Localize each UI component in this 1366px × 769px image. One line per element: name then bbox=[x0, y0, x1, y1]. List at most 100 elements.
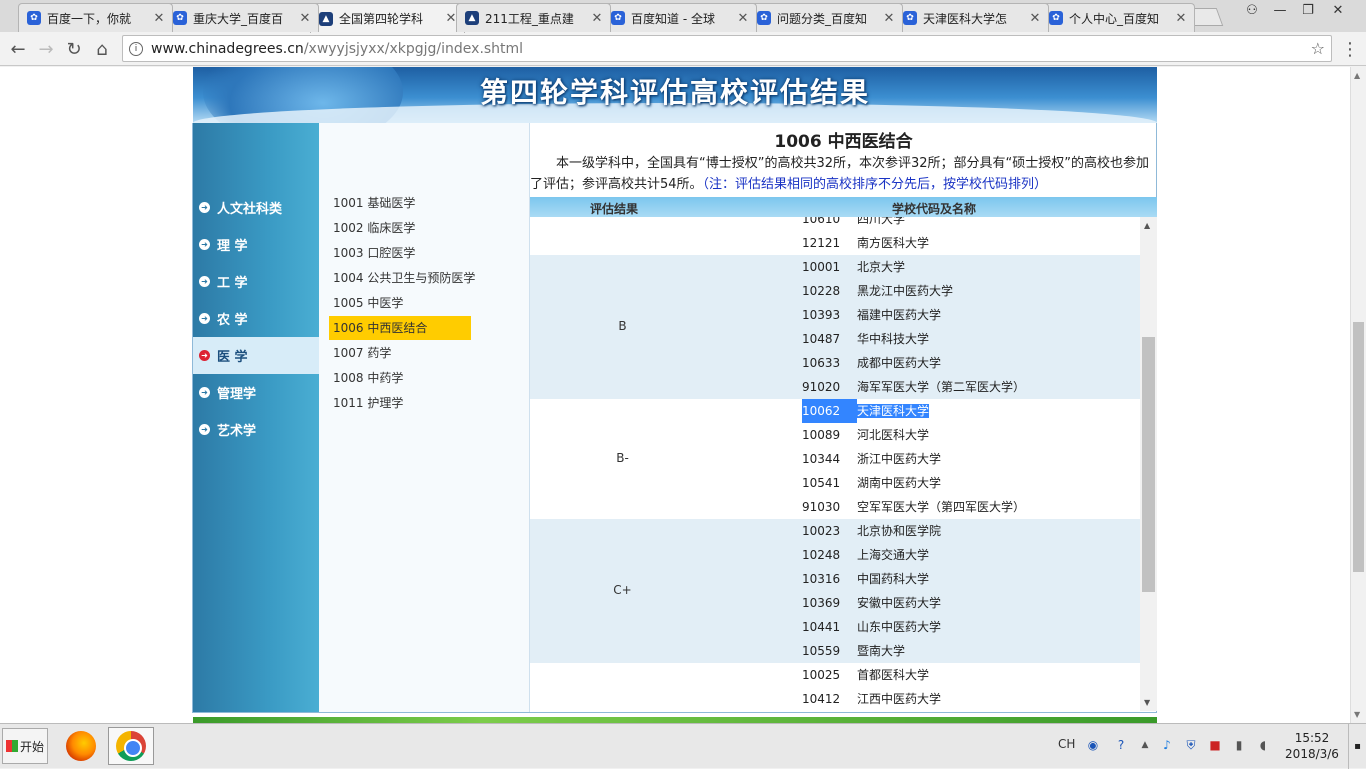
school-name: 湖南中医药大学 bbox=[857, 476, 942, 490]
windows-taskbar: 开始 CH ◉ ? ▲ ♪ ⛨ ■ ▮ ◖ 15:52 2018/3/6 ▪ bbox=[0, 723, 1366, 769]
category-item[interactable]: ➜ 医 学 bbox=[193, 337, 319, 374]
subject-item[interactable]: 1001 基础医学 bbox=[329, 191, 471, 215]
network-globe-icon[interactable]: ◉ bbox=[1084, 736, 1102, 754]
category-item[interactable]: ➜ 艺术学 bbox=[193, 411, 319, 448]
back-arrow-icon[interactable]: ← bbox=[6, 37, 30, 61]
clock-time: 15:52 bbox=[1294, 731, 1330, 745]
tab-close-icon[interactable]: ✕ bbox=[298, 11, 312, 26]
system-clock[interactable]: 15:52 2018/3/6 bbox=[1282, 730, 1342, 762]
grade-label: C+ bbox=[613, 583, 632, 597]
tab-title: 天津医科大学怎 bbox=[923, 11, 1008, 26]
reload-icon[interactable]: ↻ bbox=[62, 37, 86, 61]
start-button[interactable]: 开始 bbox=[2, 728, 48, 764]
grade-label: B- bbox=[616, 451, 629, 465]
browser-tab[interactable]: ▲ 全国第四轮学科 ✕ bbox=[310, 3, 465, 33]
scroll-down-arrow-icon[interactable]: ▼ bbox=[1144, 698, 1150, 707]
page-scroll-thumb[interactable] bbox=[1353, 322, 1364, 572]
arrow-bullet-icon: ➜ bbox=[199, 239, 210, 250]
results-table-header: 评估结果 学校代码及名称 bbox=[530, 197, 1157, 217]
school-name: 河北医科大学 bbox=[857, 428, 930, 442]
category-label: 医 学 bbox=[217, 350, 248, 365]
table-scrollbar[interactable]: ▲ ▼ bbox=[1140, 217, 1157, 711]
subject-item[interactable]: 1006 中西医结合 bbox=[329, 316, 471, 340]
table-row: 10062 天津医科大学 bbox=[802, 399, 930, 423]
category-item[interactable]: ➜ 农 学 bbox=[193, 300, 319, 337]
subject-item[interactable]: 1007 药学 bbox=[329, 341, 471, 365]
school-name: 首都医科大学 bbox=[857, 668, 930, 682]
category-item[interactable]: ➜ 人文社科类 bbox=[193, 189, 319, 226]
home-icon[interactable]: ⌂ bbox=[90, 37, 114, 61]
table-row: 10633 成都中医药大学 bbox=[802, 351, 941, 375]
clock-date: 2018/3/6 bbox=[1285, 747, 1339, 761]
security-shield-icon[interactable]: ⛨ bbox=[1182, 736, 1200, 754]
minimize-button[interactable]: — bbox=[1266, 0, 1294, 20]
school-code: 10248 bbox=[802, 548, 841, 562]
subject-item[interactable]: 1011 护理学 bbox=[329, 391, 471, 415]
category-item[interactable]: ➜ 工 学 bbox=[193, 263, 319, 300]
table-row: 10001 北京大学 bbox=[802, 255, 905, 279]
tab-close-icon[interactable]: ✕ bbox=[736, 11, 750, 26]
school-code: 10393 bbox=[802, 308, 841, 322]
tab-close-icon[interactable]: ✕ bbox=[882, 11, 896, 26]
education-cap-icon: ▲ bbox=[319, 11, 333, 26]
subject-description: 本一级学科中，全国具有“博士授权”的高校共32所，本次参评32所；部分具有“硕士… bbox=[530, 153, 1157, 195]
school-code: 10025 bbox=[802, 668, 841, 682]
help-icon[interactable]: ? bbox=[1112, 736, 1130, 754]
tab-close-icon[interactable]: ✕ bbox=[590, 11, 604, 26]
school-code: 10023 bbox=[802, 524, 841, 538]
forward-arrow-icon[interactable]: → bbox=[34, 37, 58, 61]
expand-tray-icon[interactable]: ▲ bbox=[1136, 736, 1154, 754]
info-icon[interactable]: i bbox=[129, 41, 143, 56]
category-label: 工 学 bbox=[217, 276, 248, 291]
close-window-button[interactable]: ✕ bbox=[1324, 0, 1352, 20]
page-scroll-up-arrow-icon[interactable]: ▲ bbox=[1354, 71, 1360, 80]
tab-close-icon[interactable]: ✕ bbox=[152, 11, 166, 26]
qq-input-icon[interactable]: ♪ bbox=[1158, 736, 1176, 754]
browser-tab[interactable]: ✿ 个人中心_百度知 ✕ bbox=[1040, 3, 1195, 32]
browser-tab[interactable]: ✿ 百度知道 - 全球 ✕ bbox=[602, 3, 757, 32]
arrow-bullet-icon: ➜ bbox=[199, 202, 210, 213]
signal-bars-icon[interactable]: ▮ bbox=[1230, 736, 1248, 754]
browser-tab[interactable]: ✿ 百度一下，你就 ✕ bbox=[18, 3, 173, 32]
school-name: 山东中医药大学 bbox=[857, 620, 942, 634]
baidu-paw-icon: ✿ bbox=[1049, 11, 1063, 25]
ime-indicator[interactable]: CH bbox=[1058, 737, 1075, 751]
school-code: 10559 bbox=[802, 644, 841, 658]
subject-item[interactable]: 1003 口腔医学 bbox=[329, 241, 471, 265]
antivirus-icon[interactable]: ■ bbox=[1206, 736, 1224, 754]
category-label: 人文社科类 bbox=[217, 202, 283, 217]
page-scroll-down-arrow-icon[interactable]: ▼ bbox=[1354, 710, 1360, 719]
windows-logo-icon bbox=[5, 740, 18, 752]
browser-tab[interactable]: ✿ 问题分类_百度知 ✕ bbox=[748, 3, 903, 32]
table-row: 91020 海军军医大学（第二军医大学） bbox=[802, 375, 1025, 399]
tab-close-icon[interactable]: ✕ bbox=[1174, 11, 1188, 26]
chrome-taskbar-button[interactable] bbox=[108, 727, 154, 765]
menu-icon[interactable]: ⋮ bbox=[1338, 37, 1362, 61]
bookmark-star-icon[interactable]: ☆ bbox=[1311, 39, 1325, 58]
results-content: 1006 中西医结合 本一级学科中，全国具有“博士授权”的高校共32所，本次参评… bbox=[530, 123, 1157, 712]
subject-item[interactable]: 1002 临床医学 bbox=[329, 216, 471, 240]
table-scroll-thumb[interactable] bbox=[1142, 337, 1155, 592]
category-item[interactable]: ➜ 管理学 bbox=[193, 374, 319, 411]
subject-item[interactable]: 1004 公共卫生与预防医学 bbox=[329, 266, 475, 290]
table-row: 10541 湖南中医药大学 bbox=[802, 471, 941, 495]
show-desktop-button[interactable]: ▪ bbox=[1348, 724, 1366, 769]
restore-button[interactable]: ❐ bbox=[1294, 0, 1322, 20]
school-code: 10089 bbox=[802, 428, 841, 442]
browser-tab[interactable]: ✿ 重庆大学_百度百 ✕ bbox=[164, 3, 319, 32]
page-scrollbar[interactable]: ▲ ▼ bbox=[1350, 67, 1366, 723]
browser-tab[interactable]: ✿ 天津医科大学怎 ✕ bbox=[894, 3, 1049, 32]
firefox-taskbar-button[interactable] bbox=[58, 727, 104, 765]
table-row: 10089 河北医科大学 bbox=[802, 423, 929, 447]
subject-item[interactable]: 1005 中医学 bbox=[329, 291, 471, 315]
tab-close-icon[interactable]: ✕ bbox=[1028, 11, 1042, 26]
category-item[interactable]: ➜ 理 学 bbox=[193, 226, 319, 263]
school-code: 10412 bbox=[802, 692, 841, 706]
user-profile-icon[interactable]: ⚇ bbox=[1238, 0, 1266, 20]
volume-icon[interactable]: ◖ bbox=[1254, 736, 1272, 754]
table-row: 10487 华中科技大学 bbox=[802, 327, 929, 351]
browser-tab[interactable]: ▲ 211工程_重点建 ✕ bbox=[456, 3, 611, 32]
address-bar[interactable]: i www.chinadegrees.cn/xwyyjsjyxx/xkpgjg/… bbox=[122, 35, 1332, 62]
scroll-up-arrow-icon[interactable]: ▲ bbox=[1144, 221, 1150, 230]
subject-item[interactable]: 1008 中药学 bbox=[329, 366, 471, 390]
